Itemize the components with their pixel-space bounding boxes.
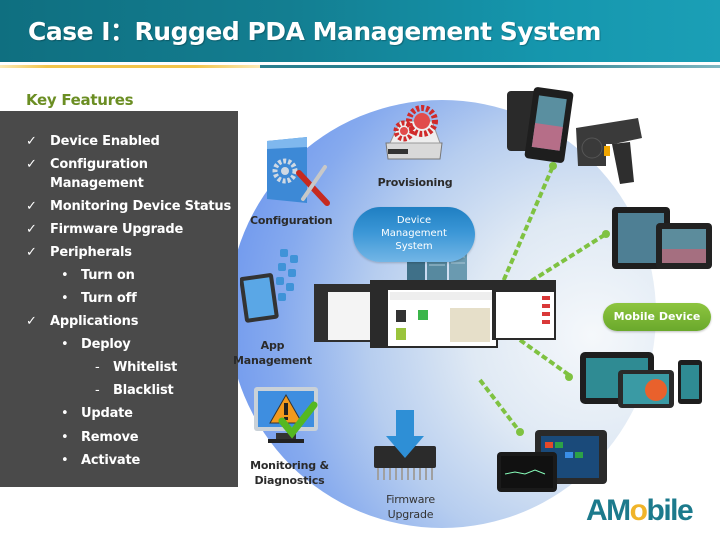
check-icon: ✓	[26, 157, 37, 172]
feature-subitem: • Turn on	[61, 268, 135, 283]
feature-subitem: • Activate	[61, 453, 141, 468]
feature-subitem: • Remove	[61, 430, 139, 445]
feature-item: ✓ Peripherals	[26, 245, 132, 260]
bullet-icon: •	[61, 406, 69, 421]
bullet-icon: •	[61, 291, 69, 306]
feature-item: ✓ Configuration	[26, 157, 148, 172]
provisioning-icon	[385, 105, 443, 160]
feature-subitem: • Update	[61, 406, 133, 421]
feature-subsubitem: - Blacklist	[95, 383, 174, 398]
management-console-screenshots	[314, 280, 556, 348]
tablet-family-device	[580, 352, 702, 408]
header-band: Case I：Rugged PDA Management System	[0, 0, 720, 62]
feature-subsubitem: - Whitelist	[95, 360, 178, 375]
divider-gold	[0, 65, 260, 68]
configuration-label: Configuration	[250, 214, 333, 227]
divider-teal	[260, 65, 720, 68]
configuration-icon	[267, 137, 330, 206]
device-management-system-badge: Device Management System	[353, 207, 475, 262]
amobile-logo: AMobile	[586, 494, 694, 527]
rugged-phone-device	[507, 87, 574, 163]
key-features-panel: ✓ Device Enabled ✓ Configuration Manageme…	[0, 111, 238, 487]
page-title: Case I：Rugged PDA Management System	[28, 17, 601, 46]
mobile-device-badge: Mobile Device	[603, 303, 711, 331]
feature-item-continuation: Management	[50, 176, 144, 191]
rugged-tablet-device	[612, 207, 712, 269]
dash-icon: -	[95, 383, 100, 398]
feature-item: ✓ Monitoring Device Status	[26, 199, 232, 214]
bullet-icon: •	[61, 268, 69, 283]
check-icon: ✓	[26, 314, 37, 329]
firmware-upgrade-icon	[374, 410, 436, 480]
bullet-icon: •	[61, 453, 69, 468]
app-management-label: App Management	[233, 339, 312, 367]
bullet-icon: •	[61, 430, 69, 445]
feature-subitem: • Turn off	[61, 291, 137, 306]
feature-subitem: • Deploy	[61, 337, 131, 352]
app-management-icon	[240, 249, 298, 323]
feature-item: ✓ Device Enabled	[26, 134, 160, 149]
bullet-icon: •	[61, 337, 69, 352]
feature-item: ✓ Firmware Upgrade	[26, 222, 184, 237]
provisioning-label: Provisioning	[377, 176, 453, 189]
key-features-heading: Key Features	[26, 91, 134, 109]
firmware-label: Firmware Upgrade	[386, 493, 435, 521]
check-icon: ✓	[26, 245, 37, 260]
windows-tablet-device	[497, 430, 607, 492]
check-icon: ✓	[26, 222, 37, 237]
dash-icon: -	[95, 360, 100, 375]
monitoring-label: Monitoring & Diagnostics	[250, 459, 329, 487]
rfid-scanner-device	[576, 118, 642, 184]
check-icon: ✓	[26, 134, 37, 149]
monitoring-icon	[254, 387, 318, 443]
feature-item: ✓ Applications	[26, 314, 139, 329]
check-icon: ✓	[26, 199, 37, 214]
